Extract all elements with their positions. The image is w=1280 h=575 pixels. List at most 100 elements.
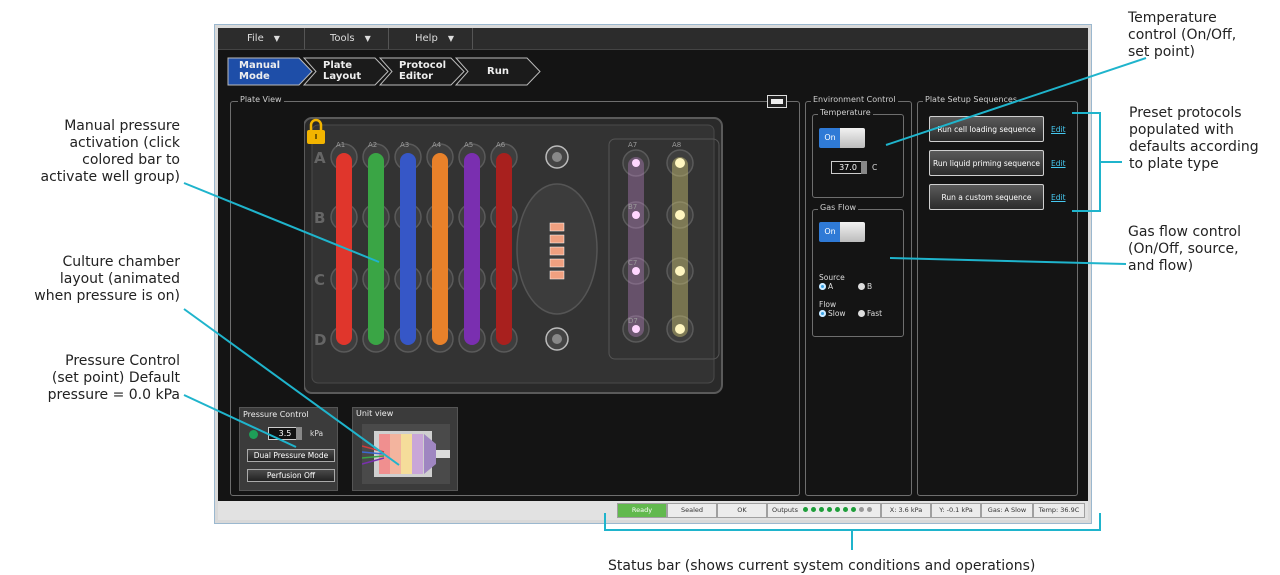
- menu-tools[interactable]: Tools ▼: [305, 28, 389, 49]
- well-label: D7: [628, 317, 638, 325]
- status-x-pressure: X: 3.6 kPa: [881, 503, 931, 518]
- flow-option-fast[interactable]: Fast: [858, 309, 882, 318]
- status-ok: OK: [717, 503, 767, 518]
- edit-liquid-priming-link[interactable]: Edit: [1051, 159, 1066, 168]
- temperature-setpoint-input[interactable]: 37.0: [831, 161, 865, 174]
- source-option-b[interactable]: B: [858, 282, 872, 291]
- well-group-bar[interactable]: [368, 153, 384, 345]
- gas-flow-title: Gas Flow: [818, 203, 859, 212]
- row-label: C: [314, 271, 325, 289]
- output-on-icon: [835, 507, 841, 512]
- status-temp: Temp: 36.9C: [1033, 503, 1085, 518]
- toggle-on-label: On: [819, 222, 841, 242]
- callout-line: Pressure Control: [65, 353, 180, 369]
- run-custom-sequence-button[interactable]: Run a custom sequence: [929, 184, 1044, 210]
- well-group-bar[interactable]: [400, 153, 416, 345]
- perfusion-off-button[interactable]: Perfusion Off: [247, 469, 335, 482]
- source-option-a[interactable]: A: [819, 282, 833, 291]
- callout-line: (On/Off, source,: [1128, 241, 1239, 257]
- callout-preset-protocols: Preset protocols populated with defaults…: [1129, 105, 1259, 173]
- tab-manual-mode[interactable]: Manual Mode: [227, 57, 313, 86]
- culture-cell: [549, 222, 565, 232]
- callout-line: activation (click: [69, 135, 180, 151]
- row-label: B: [314, 209, 325, 227]
- well-group-bar[interactable]: [336, 153, 352, 345]
- well-dot: [632, 211, 640, 219]
- well-label: C7: [628, 259, 637, 267]
- tab-plate-layout[interactable]: Plate Layout: [303, 57, 389, 86]
- port-center: [552, 334, 562, 344]
- callout-line: to plate type: [1129, 156, 1219, 172]
- menu-tools-label: Tools: [330, 33, 355, 44]
- well-label: A5: [464, 141, 473, 149]
- environment-control-panel: Environment Control Temperature On 37.0 …: [805, 95, 912, 496]
- radio-selected-icon: [819, 310, 826, 317]
- gas-flow-toggle[interactable]: On: [819, 222, 865, 242]
- output-off-icon: [859, 507, 865, 512]
- flow-option-slow[interactable]: Slow: [819, 309, 846, 318]
- menu-help-label: Help: [415, 33, 438, 44]
- well-group-bar-8[interactable]: [672, 157, 688, 337]
- caret-down-icon: ▼: [273, 34, 280, 43]
- menu-help[interactable]: Help ▼: [389, 28, 473, 49]
- callout-line: defaults according: [1129, 139, 1259, 155]
- culture-cell: [549, 234, 565, 244]
- source-label: Source: [819, 273, 845, 282]
- status-gas: Gas: A Slow: [981, 503, 1033, 518]
- callout-pressure-control: Pressure Control (set point) Default pre…: [48, 353, 180, 404]
- callout-line: and flow): [1128, 258, 1194, 274]
- app-window: File ▼ Tools ▼ Help ▼ Manual Mode Plate Layou…: [214, 24, 1092, 524]
- run-liquid-priming-button[interactable]: Run liquid priming sequence: [929, 150, 1044, 176]
- callout-manual-pressure: Manual pressure activation (click colore…: [41, 118, 181, 186]
- callout-line: Culture chamber: [62, 254, 180, 270]
- callout-line: Manual pressure: [64, 118, 180, 134]
- well-dot: [675, 324, 685, 334]
- pressure-unit: kPa: [310, 429, 324, 438]
- well-label: A4: [432, 141, 442, 149]
- callout-line: activate well group): [40, 169, 181, 185]
- temperature-toggle[interactable]: On: [819, 128, 865, 148]
- edit-cell-loading-link[interactable]: Edit: [1051, 125, 1066, 134]
- row-label: A: [314, 149, 326, 167]
- output-on-icon: [851, 507, 857, 512]
- tab-protocol-editor[interactable]: Protocol Editor: [379, 57, 465, 86]
- temperature-stepper[interactable]: [861, 161, 867, 174]
- source-option-b-label: B: [867, 282, 873, 291]
- edit-custom-sequence-link[interactable]: Edit: [1051, 193, 1066, 202]
- tab-label: Manual Mode: [239, 60, 281, 82]
- well-group-bar[interactable]: [496, 153, 512, 345]
- callout-status-bar: Status bar (shows current system conditi…: [608, 558, 1036, 574]
- well-dot: [675, 158, 685, 168]
- view-toggle-button[interactable]: [767, 95, 787, 108]
- dual-pressure-mode-button[interactable]: Dual Pressure Mode: [247, 449, 335, 462]
- callout-temperature: Temperature control (On/Off, set point): [1128, 10, 1236, 61]
- culture-cell: [549, 246, 565, 256]
- pressure-stepper[interactable]: [296, 427, 302, 440]
- well-group-bar[interactable]: [432, 153, 448, 345]
- output-on-icon: [811, 507, 817, 512]
- menu-file-label: File: [247, 33, 264, 44]
- toggle-knob: [840, 128, 865, 148]
- screen-icon: [771, 99, 783, 104]
- run-cell-loading-button[interactable]: Run cell loading sequence: [929, 116, 1044, 142]
- callout-line: layout (animated: [59, 271, 180, 287]
- pressure-value: 3.5: [278, 429, 292, 438]
- plate-view-title: Plate View: [238, 95, 284, 104]
- plate-setup-title: Plate Setup Sequences: [923, 95, 1020, 104]
- output-on-icon: [819, 507, 825, 512]
- pressure-indicator-icon: [249, 430, 258, 439]
- callout-line: Gas flow control: [1128, 224, 1241, 240]
- status-ready: Ready: [617, 503, 667, 518]
- well-group-bar[interactable]: [464, 153, 480, 345]
- menu-file[interactable]: File ▼: [218, 28, 305, 49]
- well-group-bar-7[interactable]: [628, 157, 644, 337]
- temperature-title: Temperature: [818, 108, 873, 117]
- plate-graphic: A1 A2 A3 A4 A5 A6 A B C D A7 A8 B7 C7 D7: [304, 117, 723, 394]
- well-label: A1: [336, 141, 345, 149]
- tab-run[interactable]: Run: [455, 57, 541, 86]
- well-dot: [632, 267, 640, 275]
- callout-culture-chamber: Culture chamber layout (animated when pr…: [34, 254, 180, 305]
- row-label: D: [314, 331, 326, 349]
- unit-view-diagram: [362, 424, 450, 484]
- callout-gas-flow: Gas flow control (On/Off, source, and fl…: [1128, 224, 1241, 275]
